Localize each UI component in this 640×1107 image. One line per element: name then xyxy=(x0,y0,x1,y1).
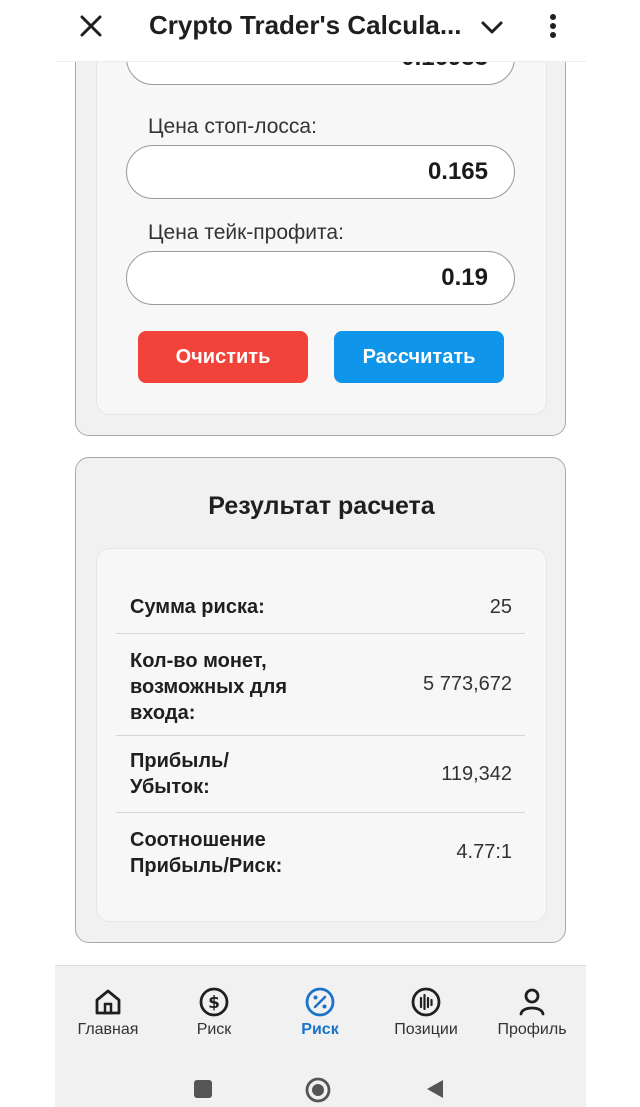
nav-label-positions: Позиции xyxy=(394,1021,458,1038)
home-button-icon[interactable] xyxy=(305,1077,331,1103)
clear-button[interactable]: Очистить xyxy=(138,331,308,383)
nav-item-risk-dollar[interactable]: $ Риск xyxy=(161,986,267,1039)
result-row-pnl: Прибыль/ Убыток: 119,342 xyxy=(116,736,525,813)
nav-item-home[interactable]: Главная xyxy=(55,986,161,1039)
back-icon[interactable] xyxy=(425,1079,445,1099)
ratio-label: Соотношение Прибыль/Риск: xyxy=(130,829,283,877)
take-profit-value: 0.19 xyxy=(441,264,488,291)
result-row-risk-amount: Сумма риска: 25 xyxy=(116,578,525,634)
nav-label-home: Главная xyxy=(77,1021,139,1038)
pnl-value: 119,342 xyxy=(441,763,512,785)
app-title: Crypto Trader's Calcula... xyxy=(149,10,462,40)
risk-amount-label: Сумма риска: xyxy=(130,596,265,618)
more-vert-icon[interactable] xyxy=(543,10,563,42)
nav-label-profile: Профиль xyxy=(497,1021,567,1038)
coins-label: Кол-во монет, возможных для входа: xyxy=(130,650,288,724)
result-row-ratio: Соотношение Прибыль/Риск: 4.77:1 xyxy=(116,813,525,893)
home-icon xyxy=(95,989,121,1015)
chevron-down-icon[interactable] xyxy=(477,12,507,42)
nav-label-risk-percent: Риск xyxy=(301,1021,339,1038)
nav-item-profile[interactable]: Профиль xyxy=(479,986,585,1039)
chart-bars-icon xyxy=(411,987,441,1017)
pnl-label: Прибыль/ Убыток: xyxy=(130,750,229,798)
stop-loss-value: 0.165 xyxy=(427,158,488,185)
person-icon xyxy=(519,988,545,1016)
top-app-bar: Crypto Trader's Calcula... xyxy=(55,0,586,62)
nav-item-positions[interactable]: Позиции xyxy=(373,986,479,1039)
nav-item-risk-percent[interactable]: Риск xyxy=(267,986,373,1039)
bottom-navigation: Главная $ Риск Риск Позиции Профиль xyxy=(55,965,586,1061)
svg-text:$: $ xyxy=(208,993,220,1013)
dollar-circle-icon: $ xyxy=(199,987,229,1017)
system-navigation-bar xyxy=(55,1061,586,1107)
close-icon[interactable] xyxy=(75,10,107,42)
calculate-button[interactable]: Рассчитать xyxy=(334,331,504,383)
result-row-coins: Кол-во монет, возможных для входа: 5 773… xyxy=(116,634,525,736)
recents-icon[interactable] xyxy=(193,1079,213,1099)
nav-label-risk-dollar: Риск xyxy=(196,1021,232,1038)
coins-value: 5 773,672 xyxy=(423,673,512,695)
content-area: 0.16933 Цена стоп-лосса: 0.165 Цена тейк… xyxy=(55,0,586,965)
risk-amount-value: 25 xyxy=(489,596,512,618)
input-card: 0.16933 Цена стоп-лосса: 0.165 Цена тейк… xyxy=(75,0,566,436)
ratio-value: 4.77:1 xyxy=(456,841,512,863)
take-profit-label: Цена тейк-профита: xyxy=(148,221,344,244)
stop-loss-field[interactable]: 0.165 xyxy=(126,145,515,199)
stop-loss-label: Цена стоп-лосса: xyxy=(148,115,317,138)
results-title: Результат расчета xyxy=(208,492,435,520)
take-profit-field[interactable]: 0.19 xyxy=(126,251,515,305)
results-card: Результат расчета Сумма риска: 25 Кол-во… xyxy=(75,457,566,943)
percent-circle-icon xyxy=(305,987,335,1017)
